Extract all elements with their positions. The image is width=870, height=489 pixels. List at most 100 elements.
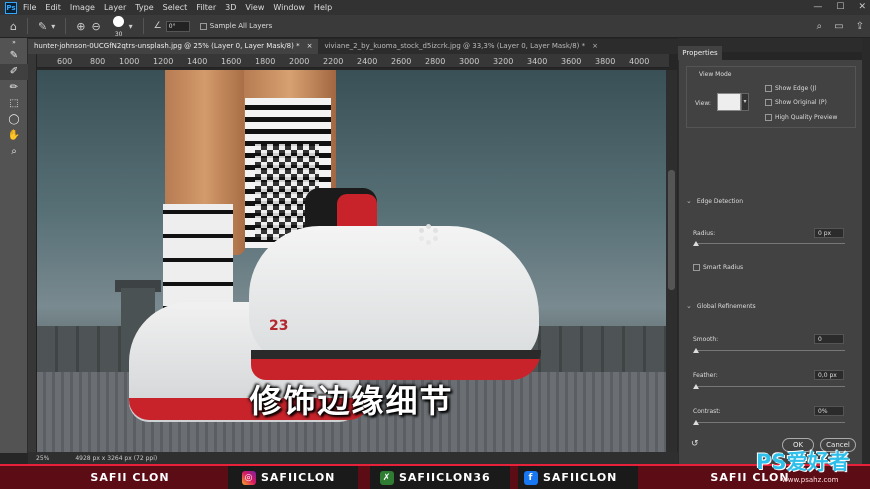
minimize-button[interactable]: — <box>813 0 822 15</box>
show-original-label: Show Original (P) <box>775 99 827 106</box>
object-selection-tool-icon[interactable]: ⬚ <box>0 96 28 112</box>
radius-label: Radius: <box>693 230 716 237</box>
ruler-tick: 1400 <box>187 57 208 66</box>
photoshop-logo-icon: Ps <box>5 1 17 14</box>
menu-filter[interactable]: Filter <box>196 3 216 12</box>
tool-preset-dropdown-icon[interactable]: ▾ <box>51 22 55 31</box>
quick-selection-tool-icon[interactable]: ✎ <box>0 48 28 64</box>
menu-bar: Ps File Edit Image Layer Type Select Fil… <box>0 0 870 15</box>
menu-type[interactable]: Type <box>135 3 153 12</box>
close-tab-icon[interactable]: × <box>592 39 598 54</box>
instagram-icon: ◎ <box>242 470 256 485</box>
feather-label: Feather: <box>693 372 718 379</box>
menu-file[interactable]: File <box>23 3 36 12</box>
edge-detection-header[interactable]: ⌄ Edge Detection <box>686 197 743 205</box>
smooth-slider-track[interactable] <box>695 350 845 351</box>
ruler-tick: 1200 <box>153 57 174 66</box>
menu-3d[interactable]: 3D <box>225 3 236 12</box>
social-app-icon: ✗ <box>380 470 394 485</box>
vertical-scrollbar[interactable] <box>666 70 677 452</box>
contrast-slider-track[interactable] <box>695 422 845 423</box>
feather-slider-knob[interactable] <box>693 384 699 389</box>
document-info: 4928 px x 3264 px (72 ppi) <box>75 454 158 462</box>
feather-input[interactable]: 0,0 px <box>814 370 844 380</box>
brush-size-picker[interactable]: 30 <box>111 16 127 38</box>
radius-slider-knob[interactable] <box>693 241 699 246</box>
add-mode-icon[interactable]: ⊕ <box>76 20 85 33</box>
search-icon[interactable]: ⌕ <box>817 15 823 38</box>
smooth-label: Smooth: <box>693 336 719 343</box>
menu-image[interactable]: Image <box>70 3 95 12</box>
subtract-mode-icon[interactable]: ⊖ <box>91 20 100 33</box>
window-controls: — ☐ ✕ <box>813 0 866 15</box>
ruler-tick: 3800 <box>595 57 616 66</box>
refine-edge-brush-tool-icon[interactable]: ✐ <box>0 64 28 80</box>
radius-input[interactable]: 0 px <box>814 228 844 238</box>
sample-all-layers-checkbox[interactable]: Sample All Layers <box>199 22 273 30</box>
chevron-down-icon: ⌄ <box>686 302 692 310</box>
smooth-input[interactable]: 0 <box>814 334 844 344</box>
hand-tool-icon[interactable]: ✋ <box>0 128 28 144</box>
scrollbar-thumb[interactable] <box>668 170 675 290</box>
collapse-panel-icon[interactable]: » <box>0 38 28 48</box>
menu-window[interactable]: Window <box>273 3 305 12</box>
zoom-tool-icon[interactable]: ⌕ <box>0 144 28 160</box>
zoom-level[interactable]: 25% <box>36 455 49 462</box>
radius-slider-track[interactable] <box>695 243 845 244</box>
view-label: View: <box>695 100 711 107</box>
lasso-tool-icon[interactable]: ◯ <box>0 112 28 128</box>
ruler-tick: 600 <box>57 57 73 66</box>
feather-slider-track[interactable] <box>695 386 845 387</box>
show-edge-option[interactable]: Show Edge (J) <box>765 85 817 92</box>
close-window-button[interactable]: ✕ <box>858 0 866 15</box>
menu-edit[interactable]: Edit <box>45 3 61 12</box>
menu-layer[interactable]: Layer <box>104 3 126 12</box>
tab-label: hunter-johnson-0UCGfN2qtrs-unsplash.jpg … <box>34 42 300 50</box>
share-icon[interactable]: ⇪ <box>856 15 864 38</box>
social-banner: SAFII CLON ◎ SAFIICLON ✗ SAFIICLON36 f S… <box>0 464 870 489</box>
site-watermark-url: www.psahz.com <box>782 476 839 484</box>
workspace-icon[interactable]: ▭ <box>834 15 843 38</box>
horizontal-ruler: 600 800 1000 1200 1400 1600 1800 2000 22… <box>37 54 669 68</box>
brush-size-value: 30 <box>114 31 123 38</box>
ruler-tick: 3600 <box>561 57 582 66</box>
view-mode-dropdown-icon[interactable]: ▾ <box>741 93 749 111</box>
angle-input[interactable]: 0° <box>165 20 190 32</box>
reset-icon[interactable]: ↺ <box>691 439 699 449</box>
document-canvas[interactable]: 23 修饰边缘细节 <box>37 70 666 452</box>
banner-instagram: ◎ SAFIICLON <box>228 466 358 489</box>
divider <box>26 18 28 34</box>
brush-tool-icon[interactable]: ✏ <box>0 80 28 96</box>
global-refinements-header[interactable]: ⌄ Global Refinements <box>686 302 756 310</box>
smart-radius-option[interactable]: Smart Radius <box>693 264 743 271</box>
home-icon[interactable]: ⌂ <box>10 20 17 33</box>
menu-help[interactable]: Help <box>314 3 332 12</box>
tab-hunter-johnson[interactable]: hunter-johnson-0UCGfN2qtrs-unsplash.jpg … <box>28 39 319 54</box>
social-app-handle: SAFIICLON36 <box>399 471 491 484</box>
checkbox-icon <box>765 85 772 92</box>
close-tab-icon[interactable]: × <box>307 39 313 54</box>
refine-brush-tool-icon[interactable]: ✎ <box>38 20 47 33</box>
tab-viviane[interactable]: viviane_2_by_kuoma_stock_d5izcrk.jpg @ 3… <box>318 39 604 54</box>
contrast-slider-knob[interactable] <box>693 420 699 425</box>
ruler-tick: 2200 <box>323 57 344 66</box>
menu-view[interactable]: View <box>245 3 264 12</box>
checkbox-icon <box>693 264 700 271</box>
front-sneaker <box>249 226 539 366</box>
smooth-slider-knob[interactable] <box>693 348 699 353</box>
maximize-button[interactable]: ☐ <box>836 0 844 15</box>
show-original-option[interactable]: Show Original (P) <box>765 99 827 106</box>
sample-all-layers-label: Sample All Layers <box>209 22 273 30</box>
tab-properties[interactable]: Properties <box>678 46 722 60</box>
sneaker-number: 23 <box>269 318 289 334</box>
contrast-input[interactable]: 0% <box>814 406 844 416</box>
instagram-handle: SAFIICLON <box>261 471 336 484</box>
ruler-tick: 3400 <box>527 57 548 66</box>
loading-spinner-icon <box>418 224 440 246</box>
view-mode-thumbnail[interactable] <box>717 93 741 111</box>
facebook-icon: f <box>524 470 538 485</box>
menu-select[interactable]: Select <box>163 3 188 12</box>
brush-dropdown-icon[interactable]: ▾ <box>129 22 133 31</box>
high-quality-preview-option[interactable]: High Quality Preview <box>765 114 837 121</box>
options-right-icons: ⌕ ▭ ⇪ <box>817 15 864 38</box>
